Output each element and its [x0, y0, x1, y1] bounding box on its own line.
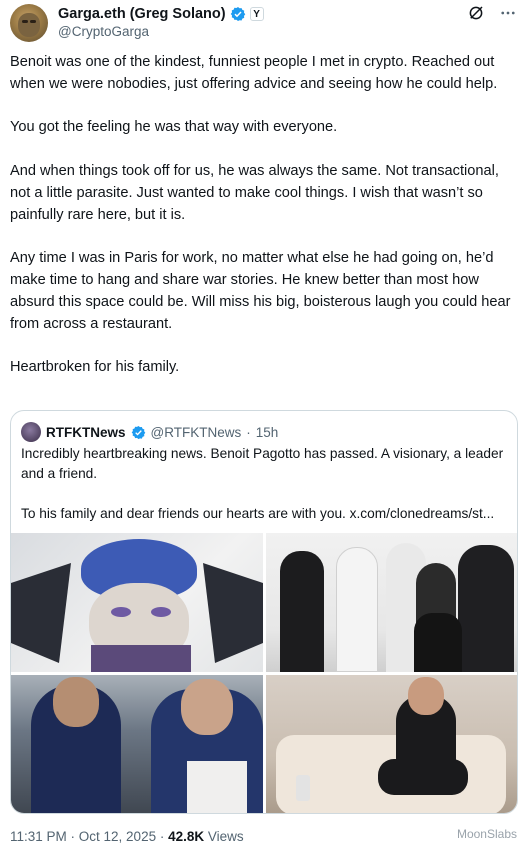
- view-count: 42.8K: [168, 829, 205, 844]
- tweet-paragraph: You got the feeling he was that way with…: [10, 119, 338, 136]
- author-name-row: Garga.eth (Greg Solano) Y: [58, 6, 264, 22]
- tweet-paragraph: And when things took off for us, he was …: [10, 162, 499, 223]
- tweet-header: Garga.eth (Greg Solano) Y @CryptoGarga: [10, 4, 519, 42]
- separator-dot: ·: [246, 424, 251, 440]
- tweet-footer: 11:31 PM · Oct 12, 2025 · 42.8K Views: [10, 829, 244, 844]
- media-image-group-photo[interactable]: [266, 533, 517, 672]
- tweet-timestamp[interactable]: 11:31 PM · Oct 12, 2025 ·: [10, 829, 164, 844]
- quote-timestamp[interactable]: 15h: [256, 425, 279, 440]
- verified-badge-icon: [131, 425, 145, 439]
- quote-paragraph: Incredibly heartbreaking news. Benoit Pa…: [21, 446, 504, 481]
- tweet-paragraph: Any time I was in Paris for work, no mat…: [10, 250, 511, 332]
- author-display-name[interactable]: Garga.eth (Greg Solano): [58, 6, 226, 22]
- watermark: MoonSlabs: [456, 827, 517, 841]
- quote-paragraph: To his family and dear friends our heart…: [21, 506, 495, 521]
- quote-avatar[interactable]: [21, 422, 41, 442]
- quote-header: RTFKTNews @RTFKTNews · 15h: [21, 422, 278, 442]
- media-image-seated-man[interactable]: [266, 675, 517, 813]
- media-image-avatar-character[interactable]: [11, 533, 263, 672]
- quote-author-name[interactable]: RTFKTNews: [46, 425, 126, 440]
- tweet-paragraph: Benoit was one of the kindest, funniest …: [10, 54, 498, 92]
- quoted-tweet[interactable]: RTFKTNews @RTFKTNews · 15h Incredibly he…: [10, 410, 518, 814]
- views-label: Views: [207, 829, 244, 844]
- header-actions: [467, 4, 517, 27]
- author-handle[interactable]: @CryptoGarga: [58, 24, 149, 39]
- tweet-paragraph: Heartbroken for his family.: [10, 359, 180, 376]
- more-icon[interactable]: [499, 4, 517, 27]
- grok-icon[interactable]: [467, 4, 485, 27]
- media-image-two-men[interactable]: [11, 675, 263, 813]
- author-avatar[interactable]: [10, 4, 48, 42]
- verified-badge-icon: [230, 7, 245, 21]
- affiliate-badge-icon[interactable]: Y: [249, 7, 264, 21]
- media-grid: [11, 533, 517, 813]
- quote-author-handle[interactable]: @RTFKTNews: [151, 425, 242, 440]
- tweet-body: Benoit was one of the kindest, funniest …: [10, 52, 520, 379]
- quote-body: Incredibly heartbreaking news. Benoit Pa…: [21, 444, 511, 524]
